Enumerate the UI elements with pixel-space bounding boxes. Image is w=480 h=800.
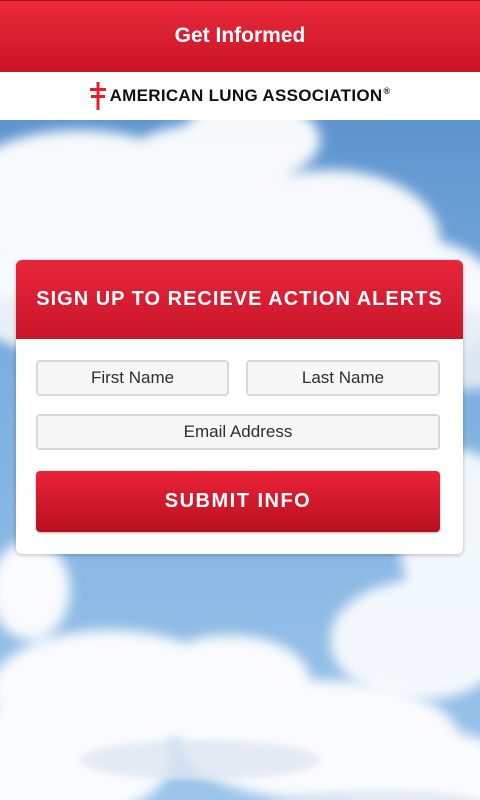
brand-bar: AMERICAN LUNG ASSOCIATION® (0, 72, 480, 121)
first-name-field[interactable] (36, 360, 229, 396)
double-cross-icon (89, 82, 106, 110)
signup-card-header: SIGN UP TO RECIEVE ACTION ALERTS (16, 260, 463, 339)
email-field[interactable] (36, 414, 440, 450)
brand-logo-text: AMERICAN LUNG ASSOCIATION® (109, 86, 391, 105)
submit-button[interactable]: SUBMIT INFO (36, 471, 440, 532)
signup-card: SIGN UP TO RECIEVE ACTION ALERTS SUBMIT … (16, 260, 463, 554)
page-title: Get Informed (174, 24, 306, 47)
signup-card-title: SIGN UP TO RECIEVE ACTION ALERTS (36, 288, 443, 310)
last-name-field[interactable] (246, 360, 440, 396)
app-titlebar: Get Informed (0, 0, 480, 72)
